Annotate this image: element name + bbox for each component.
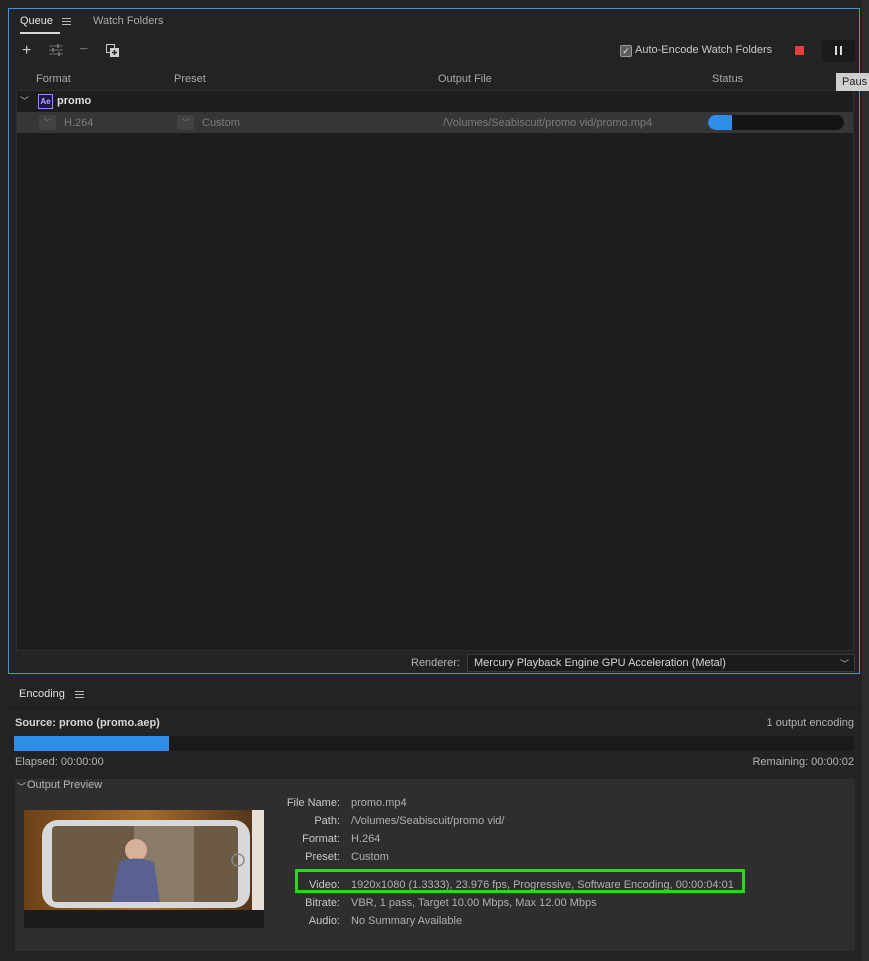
preset-value: Custom: [351, 851, 389, 863]
output-preview-header[interactable]: Output Preview: [27, 779, 102, 791]
tab-queue[interactable]: Queue: [20, 15, 53, 27]
duplicate-icon[interactable]: [106, 44, 120, 58]
pause-tooltip: Paus: [836, 73, 869, 91]
after-effects-icon: Ae: [38, 94, 53, 109]
queue-item-row[interactable]: ﹀ H.264 ﹀ Custom /Volumes/Seabiscuit/pro…: [17, 112, 853, 133]
queue-group-row[interactable]: ﹀ Ae promo: [17, 91, 853, 111]
right-edge-strip: [862, 0, 869, 961]
output-preview-section: ﹀ Output Preview File Name: promo.mp4 Pa…: [15, 779, 855, 951]
encoding-progress-bar: [14, 736, 854, 751]
tab-watch-folders[interactable]: Watch Folders: [93, 15, 164, 27]
tab-active-underline: [20, 32, 60, 34]
encoding-menu-icon[interactable]: [75, 691, 84, 699]
elapsed-time: Elapsed: 00:00:00: [15, 756, 104, 768]
format-label: Format:: [302, 833, 340, 845]
queue-panel: Queue Watch Folders + − ✓ Auto-Encode Wa…: [8, 8, 860, 674]
sliders-icon[interactable]: [49, 44, 63, 56]
chevron-down-icon: ﹀: [840, 659, 850, 669]
remaining-time: Remaining: 00:00:02: [752, 756, 854, 768]
format-value: H.264: [351, 833, 381, 845]
bitrate-value: VBR, 1 pass, Target 10.00 Mbps, Max 12.0…: [351, 897, 597, 909]
column-preset: Preset: [174, 73, 206, 85]
encoding-progress-fill: [14, 736, 170, 751]
preset-label: Preset:: [305, 851, 340, 863]
renderer-value: Mercury Playback Engine GPU Acceleration…: [474, 657, 726, 669]
auto-encode-label: Auto-Encode Watch Folders: [635, 44, 773, 56]
encoding-divider: [8, 708, 860, 709]
chevron-down-icon[interactable]: ﹀: [20, 94, 29, 107]
minus-icon[interactable]: −: [79, 42, 88, 58]
renderer-select[interactable]: Mercury Playback Engine GPU Acceleration…: [467, 654, 855, 672]
chevron-down-icon[interactable]: ﹀: [17, 780, 26, 793]
column-format: Format: [36, 73, 71, 85]
item-format[interactable]: H.264: [64, 117, 93, 129]
file-name-value: promo.mp4: [351, 797, 407, 809]
queue-tabbar: Queue Watch Folders: [9, 9, 859, 35]
pause-queue-button[interactable]: [822, 40, 855, 62]
stop-queue-button[interactable]: [795, 46, 804, 55]
column-output-file: Output File: [438, 73, 492, 85]
audio-label: Audio:: [308, 915, 340, 927]
item-output-file[interactable]: /Volumes/Seabiscuit/promo vid/promo.mp4: [443, 117, 652, 129]
item-progress-bar: [708, 115, 844, 130]
encoding-panel: Encoding Source: promo (promo.aep) 1 out…: [8, 680, 860, 958]
group-name: promo: [57, 95, 92, 107]
output-preview-thumbnail: [24, 810, 264, 928]
preset-dropdown[interactable]: ﹀: [177, 115, 194, 130]
item-preset[interactable]: Custom: [202, 117, 240, 129]
encoding-title[interactable]: Encoding: [19, 688, 65, 700]
plus-icon[interactable]: +: [22, 43, 31, 59]
column-status: Status: [712, 73, 744, 85]
encoding-source: Source: promo (promo.aep): [15, 717, 160, 729]
queue-list: ﹀ Ae promo ﹀ H.264 ﹀ Custom /Volumes/Sea…: [16, 90, 854, 651]
path-value: /Volumes/Seabiscuit/promo vid/: [351, 815, 505, 827]
renderer-label: Renderer:: [411, 657, 460, 669]
file-name-label: File Name:: [286, 797, 340, 809]
auto-encode-checkbox[interactable]: ✓: [620, 45, 632, 57]
bitrate-label: Bitrate:: [305, 897, 340, 909]
format-dropdown[interactable]: ﹀: [39, 115, 56, 130]
queue-menu-icon[interactable]: [62, 18, 71, 26]
audio-value: No Summary Available: [351, 915, 463, 927]
item-progress-fill: [708, 115, 733, 130]
path-label: Path:: [314, 815, 340, 827]
encoding-output-count: 1 output encoding: [766, 717, 854, 729]
video-highlight-box: [295, 869, 745, 893]
